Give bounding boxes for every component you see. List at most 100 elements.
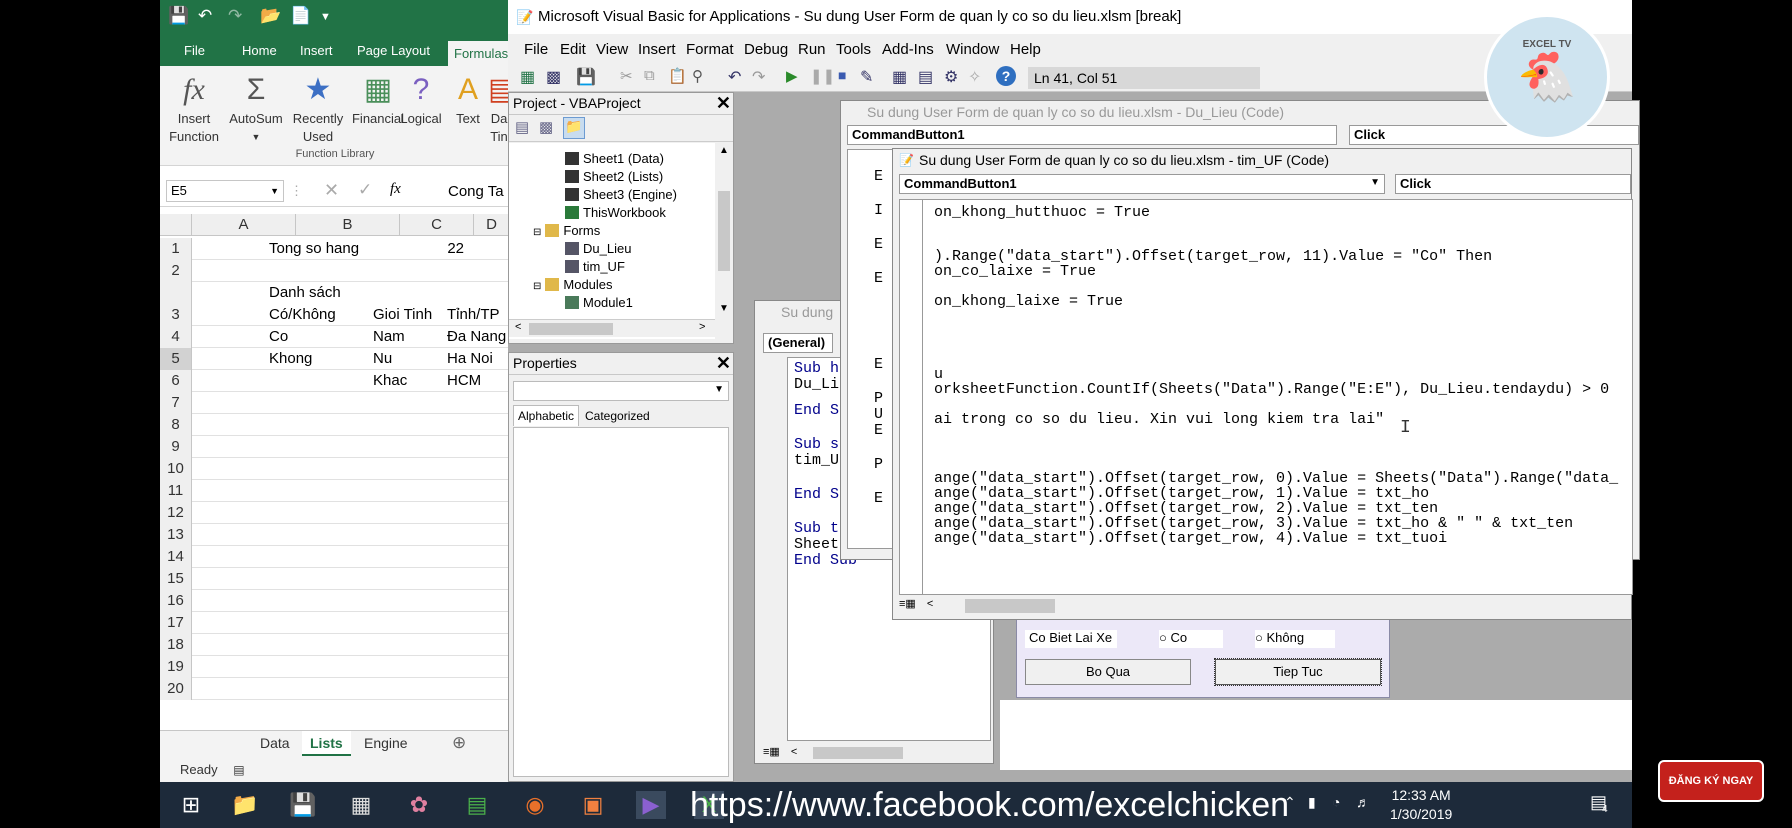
sheet-tab-lists[interactable]: Lists xyxy=(302,731,351,756)
toggle-folders-icon[interactable]: 📁 xyxy=(563,117,585,139)
col-header-a[interactable]: A xyxy=(192,214,296,236)
cell-d6[interactable]: HCM xyxy=(447,372,481,389)
tab-formulas[interactable]: Formulas xyxy=(448,41,515,66)
row-header[interactable]: 20 xyxy=(160,678,192,700)
tab-alphabetic[interactable]: Alphabetic xyxy=(513,405,580,426)
row-header[interactable]: 8 xyxy=(160,414,192,436)
view-object-icon[interactable]: ▩ xyxy=(539,118,553,136)
module-h-scrollbar[interactable]: ≡▦ < xyxy=(763,745,983,761)
save-app-icon[interactable]: 💾 xyxy=(288,791,318,819)
cell-d4[interactable]: Đa Nang xyxy=(447,328,506,345)
toolbox-icon[interactable]: ✧ xyxy=(968,67,981,87)
sheet-tab-data[interactable]: Data xyxy=(260,735,290,751)
menu-window[interactable]: Window xyxy=(946,41,999,58)
cell-c6[interactable]: Khac xyxy=(373,372,407,389)
save-icon[interactable]: 💾 xyxy=(168,6,189,26)
row-header[interactable]: 17 xyxy=(160,612,192,634)
sheet-tab-engine[interactable]: Engine xyxy=(364,735,408,751)
tree-item-sheet3[interactable]: Sheet3 (Engine) xyxy=(565,187,677,202)
menu-view[interactable]: View xyxy=(596,41,628,58)
scroll-thumb[interactable] xyxy=(529,323,613,335)
scroll-thumb[interactable] xyxy=(965,599,1055,613)
properties-icon[interactable]: ▤ xyxy=(918,67,933,87)
option-co[interactable]: ○ Co xyxy=(1159,630,1223,648)
collapse-icon[interactable]: ⊟ xyxy=(533,227,541,238)
procedure-combo[interactable]: Click xyxy=(1349,125,1639,145)
cell-c4[interactable]: Nam xyxy=(373,328,405,345)
tree-item-thisworkbook[interactable]: ThisWorkbook xyxy=(565,205,666,220)
row-header[interactable]: 18 xyxy=(160,634,192,656)
row-header[interactable]: 12 xyxy=(160,502,192,524)
cell-b1[interactable]: Tong so hang xyxy=(269,240,359,257)
logical-button[interactable]: ? Logical xyxy=(396,70,446,128)
subscribe-badge[interactable]: ĐĂNG KÝ NGAY xyxy=(1658,760,1764,802)
tree-v-scrollbar[interactable]: ▲ ▼ xyxy=(715,143,733,319)
tim-uf-h-scrollbar[interactable]: ≡▦ < xyxy=(899,597,1633,617)
tree-item-tim-uf[interactable]: tim_UF xyxy=(565,259,625,274)
scroll-left-icon[interactable]: < xyxy=(515,321,521,333)
row-header[interactable]: 14 xyxy=(160,546,192,568)
visual-studio-icon[interactable]: ▶ xyxy=(636,791,666,819)
menu-debug[interactable]: Debug xyxy=(744,41,788,58)
tim-uf-code-area[interactable]: on_khong_hutthuoc = True ).Range("data_s… xyxy=(899,199,1633,595)
close-icon[interactable]: ✕ xyxy=(716,354,731,372)
photo-icon[interactable]: ▤ xyxy=(462,791,492,819)
menu-file[interactable]: File xyxy=(524,41,548,58)
scroll-thumb[interactable] xyxy=(813,747,903,759)
cell-b3-line2[interactable]: Có/Không xyxy=(269,306,336,323)
enter-icon[interactable]: ✓ xyxy=(358,180,372,200)
scroll-left-icon[interactable]: < xyxy=(927,598,933,610)
tree-h-scrollbar[interactable]: < > xyxy=(509,319,715,337)
menu-help[interactable]: Help xyxy=(1010,41,1041,58)
cell-b5[interactable]: Khong xyxy=(269,350,312,367)
paste-icon[interactable]: 📋 xyxy=(668,67,687,85)
open-icon[interactable]: 📂 xyxy=(260,6,281,26)
new-icon[interactable]: 📄 xyxy=(290,6,311,26)
tab-insert[interactable]: Insert xyxy=(300,43,333,58)
cell-c3[interactable]: Gioi Tinh xyxy=(373,306,432,323)
scroll-thumb[interactable] xyxy=(718,191,730,271)
procedure-combo[interactable]: (General) xyxy=(763,333,833,353)
insert-function-icon[interactable]: fx xyxy=(390,181,401,198)
bo-qua-button[interactable]: Bo Qua xyxy=(1025,659,1191,685)
firefox-icon[interactable]: ◉ xyxy=(520,791,550,819)
reset-icon[interactable]: ■ xyxy=(838,67,846,83)
menu-run[interactable]: Run xyxy=(798,41,826,58)
select-all[interactable] xyxy=(160,214,192,236)
option-khong[interactable]: ○ Không xyxy=(1255,630,1335,648)
col-header-c[interactable]: C xyxy=(400,214,474,236)
row-header[interactable]: 1 xyxy=(160,238,192,260)
collapse-icon[interactable]: ⊟ xyxy=(533,281,541,292)
row-header[interactable]: 9 xyxy=(160,436,192,458)
cell-b4[interactable]: Co xyxy=(269,328,288,345)
project-explorer-icon[interactable]: ▦ xyxy=(892,67,907,87)
row-header[interactable]: 4 xyxy=(160,326,192,348)
row-header[interactable]: 15 xyxy=(160,568,192,590)
find-icon[interactable]: ⚲ xyxy=(692,67,703,85)
excel-view-icon[interactable]: ▦ xyxy=(520,67,535,87)
chevron-up-icon[interactable]: ⌃ xyxy=(1284,794,1296,811)
view-toggle-icon[interactable]: ≡▦ xyxy=(763,746,780,758)
worksheet-grid[interactable]: A B C D 1 2 3 4 5 6 7 8 9 10 11 12 13 14… xyxy=(160,214,510,730)
tree-item-sheet1[interactable]: Sheet1 (Data) xyxy=(565,151,664,166)
text-button[interactable]: A Text xyxy=(450,70,486,128)
tab-home[interactable]: Home xyxy=(242,43,277,58)
cell-c1[interactable]: 22 xyxy=(424,240,464,257)
tab-file[interactable]: File xyxy=(184,43,205,58)
menu-format[interactable]: Format xyxy=(686,41,734,58)
redo-icon[interactable]: ↷ xyxy=(752,67,765,87)
undo-icon[interactable]: ↶ xyxy=(198,6,212,26)
scroll-right-icon[interactable]: > xyxy=(699,321,705,333)
cell-c5[interactable]: Nu xyxy=(373,350,392,367)
object-combo[interactable]: CommandButton1 xyxy=(847,125,1337,145)
row-header[interactable]: 10 xyxy=(160,458,192,480)
recently-used-button[interactable]: ★ Recently Used xyxy=(288,70,348,146)
volume-icon[interactable]: ♬ xyxy=(1356,794,1370,810)
menu-add-ins[interactable]: Add-Ins xyxy=(882,41,934,58)
row-header[interactable]: 6 xyxy=(160,370,192,392)
date-time-button[interactable]: ▤ Da Tin xyxy=(488,70,510,146)
save-icon[interactable]: 💾 xyxy=(576,67,596,87)
row-header[interactable]: 5 xyxy=(160,348,192,370)
add-sheet-icon[interactable]: ⊕ xyxy=(452,733,466,753)
object-combo[interactable]: CommandButton1 ▼ xyxy=(899,174,1385,194)
